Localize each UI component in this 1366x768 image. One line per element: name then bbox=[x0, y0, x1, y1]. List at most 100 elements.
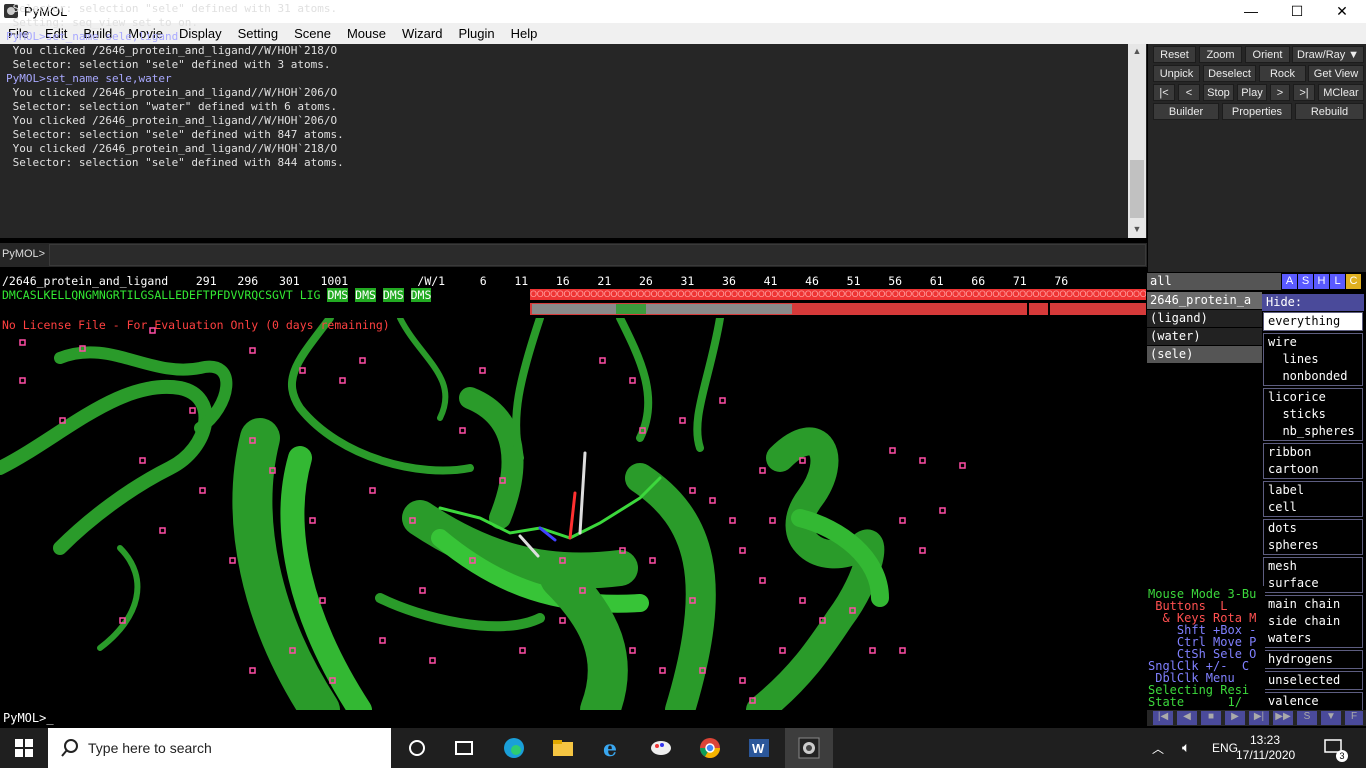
volume-icon[interactable]: 🔈︎ bbox=[1182, 739, 1190, 756]
reset-button[interactable]: Reset bbox=[1153, 46, 1196, 63]
minimize-button[interactable]: — bbox=[1228, 0, 1274, 23]
taskbar-clock[interactable]: 13:23 17/11/2020 bbox=[1236, 733, 1295, 763]
hide-hydrogens-item[interactable]: hydrogens bbox=[1264, 651, 1362, 668]
object-protein[interactable]: 2646_protein_a bbox=[1147, 292, 1262, 309]
pymol-taskbar-icon[interactable] bbox=[797, 736, 821, 760]
molecule-render[interactable] bbox=[0, 318, 1147, 710]
close-button[interactable]: ✕ bbox=[1319, 0, 1365, 23]
paint-icon[interactable] bbox=[649, 736, 673, 760]
orient-button[interactable]: Orient bbox=[1245, 46, 1290, 63]
residue-string[interactable]: DMCASLKELLQNGMNGRTILGSALLEDEFTPFDVVRQCSG… bbox=[2, 288, 321, 302]
task-view-icon[interactable] bbox=[452, 736, 476, 760]
hide-lines-item[interactable]: lines bbox=[1264, 351, 1362, 368]
zoom-button[interactable]: Zoom bbox=[1199, 46, 1242, 63]
scene-state-icon[interactable]: S bbox=[1297, 711, 1317, 725]
unpick-button[interactable]: Unpick bbox=[1153, 65, 1200, 82]
cortana-icon[interactable] bbox=[405, 736, 429, 760]
hide-spheres-item[interactable]: spheres bbox=[1264, 537, 1362, 554]
play-button[interactable]: Play bbox=[1237, 84, 1267, 101]
file-explorer-icon[interactable] bbox=[551, 736, 575, 760]
properties-button[interactable]: Properties bbox=[1222, 103, 1292, 120]
first-state-icon[interactable]: |◀ bbox=[1153, 711, 1173, 725]
clock-time: 13:23 bbox=[1249, 733, 1281, 747]
edge-icon[interactable] bbox=[502, 736, 526, 760]
hide-surface-item[interactable]: surface bbox=[1264, 575, 1362, 592]
prev-state-icon[interactable]: ◀ bbox=[1177, 711, 1197, 725]
show-button[interactable]: S bbox=[1298, 274, 1313, 289]
label-button[interactable]: L bbox=[1330, 274, 1345, 289]
dms-residue[interactable]: DMS bbox=[382, 288, 404, 302]
object-sele[interactable]: (sele) bbox=[1147, 346, 1262, 363]
stop-state-icon[interactable]: ■ bbox=[1201, 711, 1221, 725]
builder-button[interactable]: Builder bbox=[1153, 103, 1219, 120]
hide-cell-item[interactable]: cell bbox=[1264, 499, 1362, 516]
internet-explorer-icon[interactable]: e bbox=[600, 736, 624, 762]
sequence-residues[interactable]: DMCASLKELLQNGMNGRTILGSALLEDEFTPFDVVRQCSG… bbox=[2, 288, 432, 302]
draw-ray-button[interactable]: Draw/Ray ▼ bbox=[1292, 46, 1364, 63]
rock-button[interactable]: Rock bbox=[1259, 65, 1306, 82]
hide-button[interactable]: H bbox=[1314, 274, 1329, 289]
hide-everything-item[interactable]: everything bbox=[1264, 313, 1362, 330]
deselect-button[interactable]: Deselect bbox=[1203, 65, 1256, 82]
scroll-down-icon[interactable]: ▼ bbox=[1128, 224, 1146, 234]
object-ligand[interactable]: (ligand) bbox=[1147, 310, 1262, 327]
hide-label-item[interactable]: label bbox=[1264, 482, 1362, 499]
hide-nb-spheres-item[interactable]: nb_spheres bbox=[1264, 423, 1362, 440]
last-state-icon[interactable]: ▶▶ bbox=[1273, 711, 1293, 725]
water-residue-row[interactable]: OOOOOOOOOOOOOOOOOOOOOOOOOOOOOOOOOOOOOOOO… bbox=[530, 289, 1146, 300]
viewport-command-text[interactable]: PyMOL>_ bbox=[3, 711, 54, 725]
hide-wire-item[interactable]: wire bbox=[1264, 334, 1362, 351]
last-frame-button[interactable]: >| bbox=[1293, 84, 1315, 101]
hide-menu-group: wire lines nonbonded bbox=[1263, 333, 1363, 386]
scroll-up-icon[interactable]: ▲ bbox=[1128, 46, 1146, 56]
hide-nonbonded-item[interactable]: nonbonded bbox=[1264, 368, 1362, 385]
prev-frame-button[interactable]: < bbox=[1178, 84, 1200, 101]
get-view-button[interactable]: Get View bbox=[1308, 65, 1364, 82]
first-frame-button[interactable]: |< bbox=[1153, 84, 1175, 101]
chevron-down-icon[interactable]: ▼ bbox=[1321, 711, 1341, 725]
sequence-scroll-thumb[interactable] bbox=[532, 304, 792, 314]
mouse-mode-panel[interactable]: Mouse Mode 3-Bu Buttons L & Keys Rota M … bbox=[1147, 586, 1265, 710]
hide-menu-group: ribbon cartoon bbox=[1263, 443, 1363, 479]
hide-dots-item[interactable]: dots bbox=[1264, 520, 1362, 537]
chevron-up-icon[interactable]: ︿ bbox=[1152, 740, 1164, 757]
hide-menu-group: hydrogens bbox=[1263, 650, 1363, 669]
hide-mesh-item[interactable]: mesh bbox=[1264, 558, 1362, 575]
action-button[interactable]: A bbox=[1282, 274, 1297, 289]
draw-ray-label: Draw/Ray bbox=[1297, 49, 1346, 61]
viewport-command-line[interactable]: PyMOL>_ bbox=[0, 710, 1147, 726]
rebuild-button[interactable]: Rebuild bbox=[1295, 103, 1364, 120]
maximize-button[interactable]: ☐ bbox=[1274, 0, 1320, 23]
stop-button[interactable]: Stop bbox=[1203, 84, 1234, 101]
hide-cartoon-item[interactable]: cartoon bbox=[1264, 461, 1362, 478]
object-water[interactable]: (water) bbox=[1147, 328, 1262, 345]
hide-side-chain-item[interactable]: side chain bbox=[1264, 613, 1362, 630]
hide-licorice-item[interactable]: licorice bbox=[1264, 389, 1362, 406]
mclear-button[interactable]: MClear bbox=[1318, 84, 1364, 101]
play-state-icon[interactable]: ▶ bbox=[1225, 711, 1245, 725]
output-line: You clicked /2646_protein_and_ligand//W/… bbox=[6, 114, 338, 127]
word-icon[interactable]: W bbox=[747, 736, 771, 760]
3d-viewport[interactable] bbox=[0, 318, 1147, 710]
hide-valence-item[interactable]: valence bbox=[1264, 693, 1362, 710]
hide-sticks-item[interactable]: sticks bbox=[1264, 406, 1362, 423]
dms-residue[interactable]: DMS bbox=[327, 288, 349, 302]
scroll-thumb[interactable] bbox=[1130, 160, 1144, 218]
fullscreen-icon[interactable]: F bbox=[1345, 711, 1363, 725]
dms-residue[interactable]: DMS bbox=[410, 288, 432, 302]
windows-start-icon[interactable] bbox=[15, 739, 33, 757]
dms-residue[interactable]: DMS bbox=[355, 288, 376, 302]
chrome-icon[interactable] bbox=[698, 736, 722, 760]
next-state-icon[interactable]: ▶| bbox=[1249, 711, 1269, 725]
hide-main-chain-item[interactable]: main chain bbox=[1264, 596, 1362, 613]
next-frame-button[interactable]: > bbox=[1270, 84, 1290, 101]
language-indicator[interactable]: ENG bbox=[1212, 741, 1238, 755]
hide-waters-item[interactable]: waters bbox=[1264, 630, 1362, 647]
command-input[interactable] bbox=[49, 244, 1146, 266]
hide-unselected-item[interactable]: unselected bbox=[1264, 672, 1362, 689]
color-button[interactable]: C bbox=[1346, 274, 1361, 289]
output-command-line: PyMOL>set_name sele,water bbox=[6, 72, 172, 85]
object-all[interactable]: all bbox=[1147, 273, 1281, 290]
hide-ribbon-item[interactable]: ribbon bbox=[1264, 444, 1362, 461]
sequence-scrollbar[interactable] bbox=[530, 303, 1146, 315]
